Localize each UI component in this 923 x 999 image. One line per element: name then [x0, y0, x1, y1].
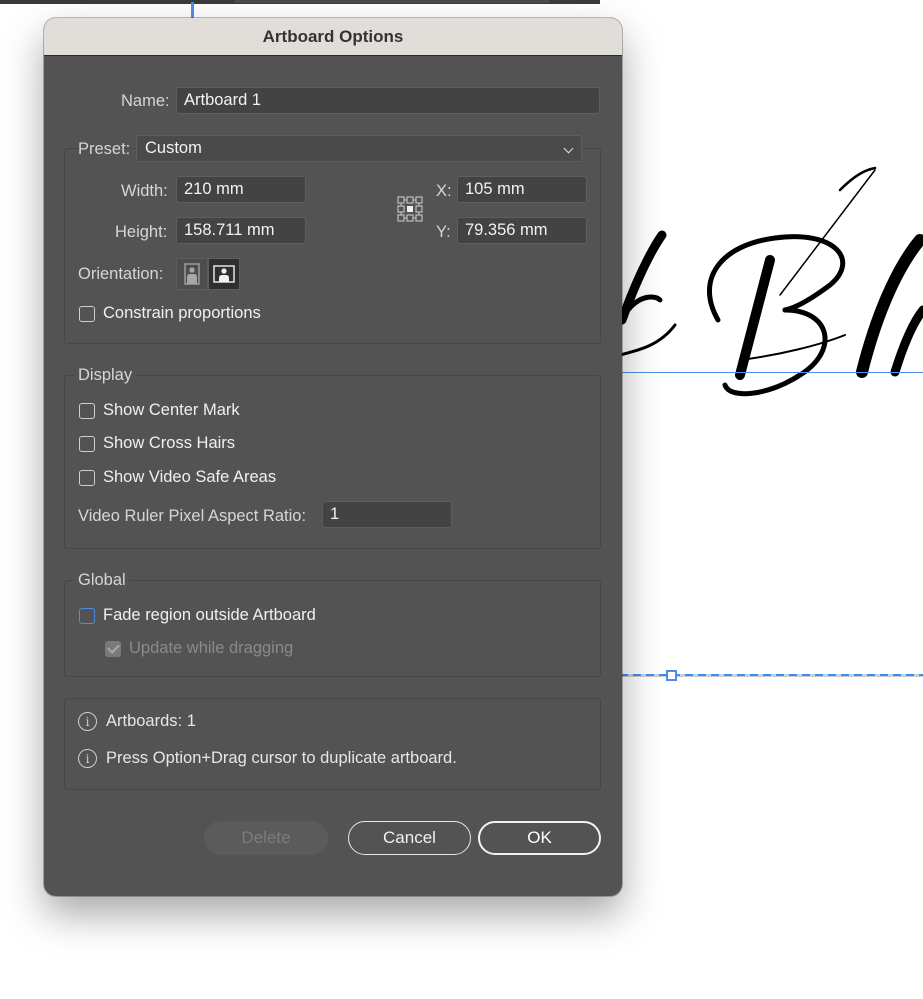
orientation-landscape-button[interactable] [208, 258, 240, 290]
ruler-guide-handle[interactable] [191, 2, 194, 18]
constrain-proportions-checkbox[interactable]: Constrain proportions [79, 304, 261, 323]
global-group-title: Global [74, 571, 130, 590]
fade-region-label: Fade region outside Artboard [103, 606, 316, 624]
show-video-safe-areas-checkbox[interactable]: Show Video Safe Areas [79, 468, 276, 487]
width-input[interactable]: 210 mm [176, 176, 306, 203]
height-input[interactable]: 158.711 mm [176, 217, 306, 244]
delete-button[interactable]: Delete [204, 821, 328, 855]
x-label: X: [436, 182, 452, 200]
preset-label: Preset: [78, 140, 131, 158]
artboard-canvas[interactable] [600, 0, 923, 999]
checkbox-box[interactable] [105, 640, 121, 657]
display-group-title: Display [74, 366, 137, 385]
orientation-label: Orientation: [78, 265, 164, 283]
dialog-titlebar[interactable]: Artboard Options [44, 18, 622, 56]
show-cross-hairs-checkbox[interactable]: Show Cross Hairs [79, 434, 235, 453]
constrain-proportions-label: Constrain proportions [103, 304, 261, 322]
checkbox-box[interactable] [79, 607, 95, 624]
checkbox-box[interactable] [79, 402, 95, 419]
calligraphy-artwork [617, 166, 923, 397]
checkbox-box[interactable] [79, 435, 95, 452]
y-label: Y: [436, 223, 451, 241]
info-icon: i [78, 712, 97, 731]
dialog-title: Artboard Options [262, 26, 404, 46]
orientation-portrait-button[interactable] [176, 258, 208, 290]
artboard-guide-line [620, 372, 923, 373]
artboard-options-dialog: Artboard Options Name: Artboard 1 Preset… [44, 18, 622, 896]
update-while-dragging-checkbox[interactable]: Update while dragging [105, 639, 293, 658]
preset-dropdown[interactable]: Custom [136, 135, 582, 162]
artboards-count-info: i Artboards: 1 [78, 712, 196, 731]
portrait-icon [184, 263, 200, 285]
update-while-dragging-label: Update while dragging [129, 639, 294, 657]
name-label: Name: [121, 92, 170, 110]
name-input[interactable]: Artboard 1 [176, 87, 600, 114]
chevron-down-icon [563, 143, 574, 154]
artboards-count-text: Artboards: 1 [106, 712, 196, 730]
show-center-mark-label: Show Center Mark [103, 401, 240, 419]
ok-button[interactable]: OK [478, 821, 601, 855]
show-center-mark-checkbox[interactable]: Show Center Mark [79, 401, 240, 420]
y-input[interactable]: 79.356 mm [457, 217, 587, 244]
x-input[interactable]: 105 mm [457, 176, 587, 203]
cancel-button[interactable]: Cancel [348, 821, 471, 855]
duplicate-hint-info: i Press Option+Drag cursor to duplicate … [78, 749, 457, 768]
app-top-segment [234, 0, 550, 3]
reference-point-icon[interactable] [397, 196, 423, 222]
show-cross-hairs-label: Show Cross Hairs [103, 434, 236, 452]
aspect-ratio-label: Video Ruler Pixel Aspect Ratio: [78, 507, 307, 525]
width-label: Width: [121, 182, 168, 200]
artboard-resize-handle[interactable] [666, 670, 677, 681]
info-icon: i [78, 749, 97, 768]
preset-value: Custom [145, 139, 202, 157]
checkbox-box[interactable] [79, 305, 95, 322]
fade-region-checkbox[interactable]: Fade region outside Artboard [79, 606, 316, 625]
duplicate-hint-text: Press Option+Drag cursor to duplicate ar… [106, 749, 457, 767]
aspect-ratio-input[interactable]: 1 [322, 501, 452, 528]
global-group [64, 580, 601, 677]
checkbox-box[interactable] [79, 469, 95, 486]
landscape-icon [213, 265, 235, 283]
height-label: Height: [115, 223, 168, 241]
show-video-safe-areas-label: Show Video Safe Areas [103, 468, 277, 486]
